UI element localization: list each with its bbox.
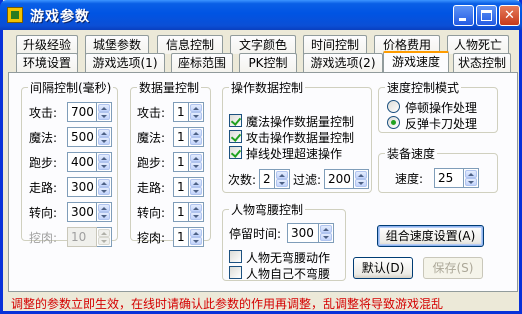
- speed-mode-title: 速度控制模式: [385, 79, 462, 96]
- interval-dig-spinner: [97, 227, 112, 247]
- pause-op-label: 停顿操作处理: [405, 101, 478, 115]
- op-data-title: 操作数据控制: [229, 79, 306, 96]
- interval-attack-input[interactable]: 700: [67, 102, 97, 122]
- op-times-label: 次数:: [228, 173, 257, 187]
- op-filter-input[interactable]: 200: [324, 169, 354, 189]
- interval-turn-input[interactable]: 300: [67, 202, 97, 222]
- count-dig-label: 挖肉:: [137, 231, 166, 245]
- data-amount-group: 数据量控制 攻击: 1 魔法: 1 跑步: 1 走路: 1 转向: 1 挖肉: …: [130, 79, 211, 247]
- equip-speed-title: 装备速度: [385, 145, 438, 162]
- interval-turn-spinner[interactable]: [97, 202, 112, 222]
- bounce-blade-label: 反弹卡刀处理: [405, 117, 478, 131]
- count-attack-label: 攻击:: [137, 106, 166, 120]
- self-no-bend-label: 人物自己不弯腰: [246, 267, 331, 281]
- tab-game-speed[interactable]: 游戏速度: [383, 51, 449, 72]
- data-amount-title: 数据量控制: [137, 79, 202, 96]
- interval-dig-label: 挖肉:: [29, 231, 58, 245]
- op-times-spinner[interactable]: [275, 169, 290, 189]
- interval-walk-label: 走路:: [29, 181, 58, 195]
- count-turn-label: 转向:: [137, 206, 166, 220]
- app-icon: [7, 7, 23, 23]
- count-walk-spinner[interactable]: [189, 177, 204, 197]
- equip-speed-input[interactable]: 25: [434, 168, 464, 188]
- interval-control-title: 间隔控制(毫秒): [28, 79, 114, 96]
- pause-op-radio[interactable]: [387, 100, 400, 113]
- title-bar[interactable]: 游戏参数 ✕: [0, 0, 522, 30]
- interval-attack-spinner[interactable]: [97, 102, 112, 122]
- magic-op-label: 魔法操作数据量控制: [246, 115, 355, 129]
- disconnect-overspeed-checkbox[interactable]: [229, 146, 242, 159]
- disconnect-overspeed-label: 掉线处理超速操作: [246, 147, 343, 161]
- interval-walk-input[interactable]: 300: [67, 177, 97, 197]
- count-run-spinner[interactable]: [189, 152, 204, 172]
- interval-magic-label: 魔法:: [29, 131, 58, 145]
- tab-text-color[interactable]: 文字颜色: [230, 35, 296, 54]
- count-walk-input[interactable]: 1: [173, 177, 189, 197]
- count-magic-spinner[interactable]: [189, 127, 204, 147]
- count-attack-spinner[interactable]: [189, 102, 204, 122]
- window-title: 游戏参数: [30, 9, 90, 25]
- attack-op-label: 攻击操作数据量控制: [246, 131, 355, 145]
- op-times-input[interactable]: 2: [259, 169, 275, 189]
- minimize-button[interactable]: [453, 5, 474, 26]
- tab-info-control[interactable]: 信息控制: [157, 35, 223, 54]
- tab-status-control[interactable]: 状态控制: [453, 53, 511, 72]
- self-no-bend-checkbox[interactable]: [229, 266, 242, 279]
- interval-run-spinner[interactable]: [97, 152, 112, 172]
- tab-game-options-2[interactable]: 游戏选项(2): [303, 53, 383, 72]
- tab-panel: 间隔控制(毫秒) 攻击: 700 魔法: 500 跑步: 400 走路: 300…: [8, 72, 518, 292]
- char-bend-title: 人物弯腰控制: [229, 201, 306, 218]
- interval-turn-label: 转向:: [29, 206, 58, 220]
- op-filter-spinner[interactable]: [354, 169, 369, 189]
- tab-upgrade-exp[interactable]: 升级经验: [16, 35, 78, 54]
- equip-speed-spinner[interactable]: [464, 168, 479, 188]
- bounce-blade-radio[interactable]: [387, 116, 400, 129]
- speed-mode-group: 速度控制模式 停顿操作处理 反弹卡刀处理: [378, 79, 498, 133]
- tab-time-control[interactable]: 时间控制: [303, 35, 367, 54]
- count-run-input[interactable]: 1: [173, 152, 189, 172]
- stay-time-input[interactable]: 300: [287, 223, 319, 243]
- interval-walk-spinner[interactable]: [97, 177, 112, 197]
- attack-op-checkbox[interactable]: [229, 130, 242, 143]
- interval-dig-input: 10: [67, 227, 97, 247]
- count-attack-input[interactable]: 1: [173, 102, 189, 122]
- op-data-group: 操作数据控制 魔法操作数据量控制 攻击操作数据量控制 掉线处理超速操作 次数: …: [222, 79, 372, 193]
- tab-char-death[interactable]: 人物死亡: [447, 35, 509, 54]
- interval-run-label: 跑步:: [29, 156, 58, 170]
- interval-run-input[interactable]: 400: [67, 152, 97, 172]
- save-button: 保存(S): [423, 257, 483, 279]
- count-dig-spinner[interactable]: [189, 227, 204, 247]
- default-button[interactable]: 默认(D): [353, 257, 413, 279]
- op-filter-label: 过滤:: [293, 173, 322, 187]
- equip-speed-group: 装备速度 速度: 25: [378, 145, 498, 193]
- status-warning: 调整的参数立即生效，在线时请确认此参数的作用再调整，乱调整将导致游戏混乱: [11, 297, 444, 311]
- tab-coord-range[interactable]: 座标范围: [171, 53, 233, 72]
- char-bend-group: 人物弯腰控制 停留时间: 300 人物无弯腰动作 人物自己不弯腰: [222, 201, 346, 281]
- tab-game-options-1[interactable]: 游戏选项(1): [85, 53, 165, 72]
- interval-control-group: 间隔控制(毫秒) 攻击: 700 魔法: 500 跑步: 400 走路: 300…: [21, 79, 118, 247]
- no-bend-checkbox[interactable]: [229, 250, 242, 263]
- magic-op-checkbox[interactable]: [229, 114, 242, 127]
- equip-speed-label: 速度:: [395, 172, 424, 186]
- no-bend-label: 人物无弯腰动作: [246, 251, 331, 265]
- tab-castle-params[interactable]: 城堡参数: [85, 35, 149, 54]
- count-walk-label: 走路:: [137, 181, 166, 195]
- count-turn-spinner[interactable]: [189, 202, 204, 222]
- count-run-label: 跑步:: [137, 156, 166, 170]
- interval-magic-input[interactable]: 500: [67, 127, 97, 147]
- tab-env-settings[interactable]: 环境设置: [16, 53, 78, 72]
- game-params-window: 游戏参数 ✕ 升级经验 城堡参数 信息控制 文字颜色 时间控制 价格费用 人物死…: [0, 0, 522, 314]
- combo-speed-button[interactable]: 组合速度设置(A): [377, 225, 484, 247]
- close-button[interactable]: ✕: [499, 5, 520, 26]
- interval-magic-spinner[interactable]: [97, 127, 112, 147]
- maximize-button[interactable]: [476, 5, 497, 26]
- stay-time-spinner[interactable]: [319, 223, 334, 243]
- count-magic-input[interactable]: 1: [173, 127, 189, 147]
- count-turn-input[interactable]: 1: [173, 202, 189, 222]
- count-dig-input[interactable]: 1: [173, 227, 189, 247]
- stay-time-label: 停留时间:: [229, 227, 282, 241]
- interval-attack-label: 攻击:: [29, 106, 58, 120]
- tab-pk-control[interactable]: PK控制: [239, 53, 297, 72]
- count-magic-label: 魔法:: [137, 131, 166, 145]
